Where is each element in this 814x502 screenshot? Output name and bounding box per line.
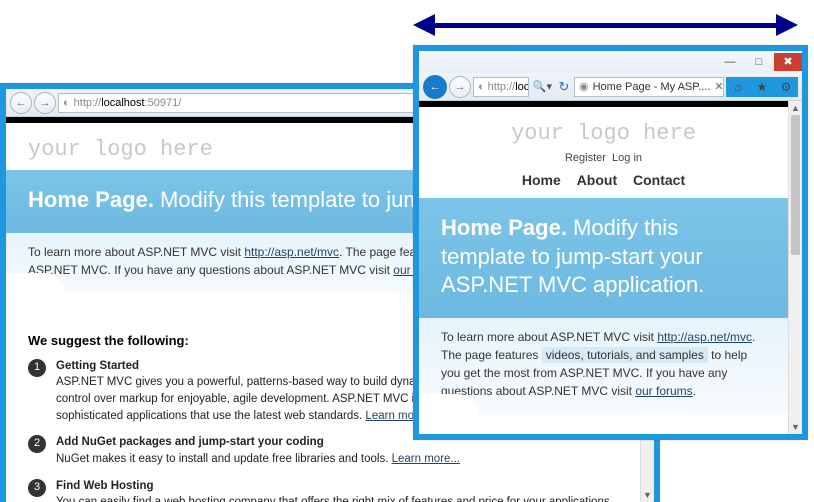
item-number: 3 bbox=[28, 479, 46, 497]
main-nav: Home About Contact bbox=[419, 164, 788, 198]
register-link[interactable]: Register bbox=[565, 152, 606, 164]
item-body: sophisticated applications that use the … bbox=[56, 410, 365, 422]
page-icon: ◐ bbox=[478, 81, 485, 93]
forums-link[interactable]: our forums bbox=[635, 384, 692, 398]
nav-about[interactable]: About bbox=[577, 172, 617, 188]
tools-icon[interactable]: ⚙ bbox=[776, 77, 796, 97]
browser-window-narrow: — □ ✖ ← → ◐ http://localhost:509 🔍▾ ↻ ◉ … bbox=[413, 45, 808, 440]
item-title: Getting Started bbox=[56, 358, 467, 375]
window-titlebar: — □ ✖ bbox=[419, 51, 802, 73]
url-input[interactable]: ◐ http://localhost:509 bbox=[473, 77, 529, 97]
page-icon: ◐ bbox=[63, 97, 70, 109]
curve-divider bbox=[419, 414, 788, 434]
command-bar: ⌂ ★ ⚙ bbox=[726, 77, 798, 97]
address-bar: ← → ◐ http://localhost:509 🔍▾ ↻ ◉ Home P… bbox=[419, 73, 802, 101]
forward-button[interactable]: → bbox=[449, 76, 471, 98]
scroll-up-icon[interactable]: ▲ bbox=[789, 101, 802, 115]
scroll-down-icon[interactable]: ▼ bbox=[789, 420, 802, 434]
item-title: Add NuGet packages and jump-start your c… bbox=[56, 434, 460, 451]
item-body: ASP.NET MVC gives you a powerful, patter… bbox=[56, 376, 466, 388]
item-number: 1 bbox=[28, 359, 46, 377]
tab-close-icon[interactable]: ✕ bbox=[714, 80, 723, 93]
item-body: You can easily find a web hosting compan… bbox=[56, 496, 613, 502]
account-links: Register Log in bbox=[419, 152, 788, 164]
highlight-pill: videos, tutorials, and samples bbox=[542, 347, 708, 363]
arrow-shaft bbox=[428, 23, 783, 28]
close-button[interactable]: ✖ bbox=[774, 53, 802, 71]
item-title: Find Web Hosting bbox=[56, 478, 618, 495]
mvc-link[interactable]: http://asp.net/mvc bbox=[657, 330, 752, 344]
hero-title: Home Page. Modify this template to jump-… bbox=[441, 214, 766, 300]
item-number: 2 bbox=[28, 435, 46, 453]
url-port: :50971/ bbox=[145, 97, 182, 109]
item-body: NuGet makes it easy to install and updat… bbox=[56, 453, 392, 465]
favorites-icon[interactable]: ★ bbox=[752, 77, 772, 97]
search-icon[interactable]: 🔍▾ bbox=[531, 80, 554, 93]
url-host: localhost bbox=[101, 97, 144, 109]
forward-button[interactable]: → bbox=[34, 92, 56, 114]
intro-text: To learn more about ASP.NET MVC visit ht… bbox=[419, 318, 788, 414]
resize-arrow bbox=[413, 14, 798, 36]
login-link[interactable]: Log in bbox=[612, 152, 642, 164]
browser-tab[interactable]: ◉ Home Page - My ASP.... ✕ bbox=[574, 77, 724, 97]
site-logo: your logo here bbox=[419, 107, 788, 154]
minimize-button[interactable]: — bbox=[716, 53, 744, 71]
scrollbar[interactable]: ▲ ▼ bbox=[788, 101, 802, 434]
learn-more-link[interactable]: Learn more... bbox=[392, 453, 460, 465]
mvc-link[interactable]: http://asp.net/mvc bbox=[244, 245, 339, 259]
scroll-down-icon[interactable]: ▼ bbox=[641, 488, 654, 502]
hero-banner: Home Page. Modify this template to jump-… bbox=[419, 198, 788, 318]
maximize-button[interactable]: □ bbox=[745, 53, 773, 71]
home-icon[interactable]: ⌂ bbox=[728, 77, 748, 97]
url-scheme: http:// bbox=[74, 97, 102, 109]
scroll-thumb[interactable] bbox=[791, 115, 800, 255]
page-viewport: your logo here Register Log in Home Abou… bbox=[419, 101, 802, 434]
back-button[interactable]: ← bbox=[10, 92, 32, 114]
back-button[interactable]: ← bbox=[423, 75, 447, 99]
nav-home[interactable]: Home bbox=[522, 172, 561, 188]
list-item: 3 Find Web Hosting You can easily find a… bbox=[28, 478, 618, 502]
arrow-right-icon bbox=[776, 14, 798, 36]
item-body: control over markup for enjoyable, agile… bbox=[56, 393, 467, 405]
tab-title: Home Page - My ASP.... bbox=[593, 81, 711, 93]
tab-favicon: ◉ bbox=[579, 80, 589, 93]
refresh-button[interactable]: ↻ bbox=[556, 79, 572, 95]
url-scheme: http:// bbox=[488, 81, 516, 93]
url-host: localhost bbox=[515, 81, 529, 93]
nav-contact[interactable]: Contact bbox=[633, 172, 685, 188]
